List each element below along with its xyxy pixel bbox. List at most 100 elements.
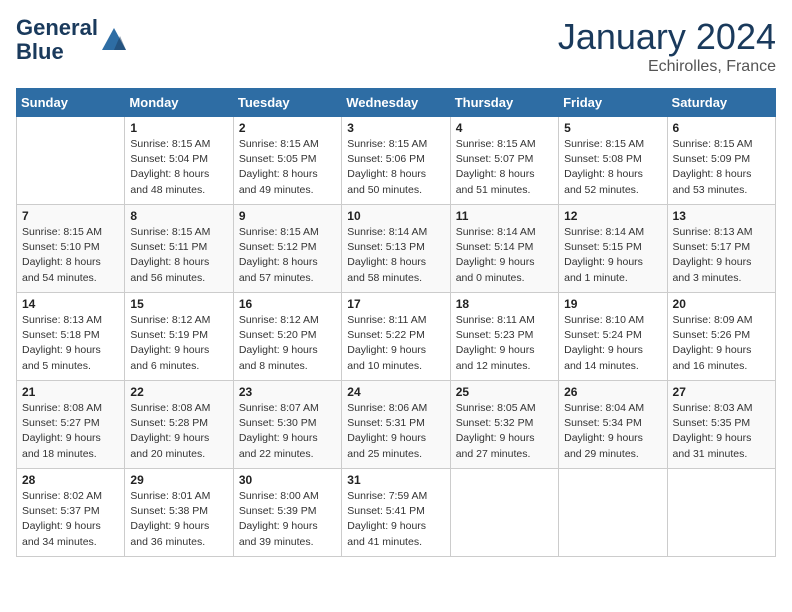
weekday-header: Thursday xyxy=(450,89,558,117)
day-number: 3 xyxy=(347,121,444,135)
day-info: Sunrise: 8:15 AMSunset: 5:11 PMDaylight:… xyxy=(130,225,227,286)
day-number: 26 xyxy=(564,385,661,399)
calendar-cell: 7Sunrise: 8:15 AMSunset: 5:10 PMDaylight… xyxy=(17,205,125,293)
day-info: Sunrise: 7:59 AMSunset: 5:41 PMDaylight:… xyxy=(347,489,444,550)
day-info: Sunrise: 8:05 AMSunset: 5:32 PMDaylight:… xyxy=(456,401,553,462)
day-info: Sunrise: 8:14 AMSunset: 5:15 PMDaylight:… xyxy=(564,225,661,286)
day-info: Sunrise: 8:15 AMSunset: 5:08 PMDaylight:… xyxy=(564,137,661,198)
calendar-cell: 31Sunrise: 7:59 AMSunset: 5:41 PMDayligh… xyxy=(342,469,450,557)
calendar-cell: 3 Sunrise: 8:15 AMSunset: 5:06 PMDaylight… xyxy=(342,117,450,205)
day-info: Sunrise: 8:10 AMSunset: 5:24 PMDaylight:… xyxy=(564,313,661,374)
weekday-header: Sunday xyxy=(17,89,125,117)
weekday-header: Monday xyxy=(125,89,233,117)
day-number: 2 xyxy=(239,121,336,135)
calendar-body: 1Sunrise: 8:15 AMSunset: 5:04 PMDaylight… xyxy=(17,117,776,557)
calendar-cell xyxy=(17,117,125,205)
calendar-cell: 12Sunrise: 8:14 AMSunset: 5:15 PMDayligh… xyxy=(559,205,667,293)
day-number: 29 xyxy=(130,473,227,487)
calendar-cell: 10Sunrise: 8:14 AMSunset: 5:13 PMDayligh… xyxy=(342,205,450,293)
day-info: Sunrise: 8:13 AMSunset: 5:17 PMDaylight:… xyxy=(673,225,770,286)
logo: GeneralBlue xyxy=(16,16,128,64)
calendar-cell: 25 Sunrise: 8:05 AMSunset: 5:32 PMDayligh… xyxy=(450,381,558,469)
day-info: Sunrise: 8:08 AMSunset: 5:27 PMDaylight:… xyxy=(22,401,119,462)
calendar-cell: 26 Sunrise: 8:04 AMSunset: 5:34 PMDayligh… xyxy=(559,381,667,469)
day-number: 22 xyxy=(130,385,227,399)
calendar-cell xyxy=(667,469,775,557)
page-header: GeneralBlue January 2024 Echirolles, Fra… xyxy=(16,16,776,76)
day-number: 15 xyxy=(130,297,227,311)
calendar-week-row: 1Sunrise: 8:15 AMSunset: 5:04 PMDaylight… xyxy=(17,117,776,205)
calendar-week-row: 21 Sunrise: 8:08 AMSunset: 5:27 PMDayligh… xyxy=(17,381,776,469)
day-number: 17 xyxy=(347,297,444,311)
logo-icon xyxy=(100,26,128,54)
day-number: 6 xyxy=(673,121,770,135)
calendar-cell: 20 Sunrise: 8:09 AMSunset: 5:26 PMDayligh… xyxy=(667,293,775,381)
calendar-cell: 28Sunrise: 8:02 AMSunset: 5:37 PMDayligh… xyxy=(17,469,125,557)
day-info: Sunrise: 8:04 AMSunset: 5:34 PMDaylight:… xyxy=(564,401,661,462)
day-number: 11 xyxy=(456,209,553,223)
day-info: Sunrise: 8:09 AMSunset: 5:26 PMDaylight:… xyxy=(673,313,770,374)
day-number: 27 xyxy=(673,385,770,399)
calendar-cell: 2 Sunrise: 8:15 AMSunset: 5:05 PMDaylight… xyxy=(233,117,341,205)
day-number: 5 xyxy=(564,121,661,135)
day-info: Sunrise: 8:03 AMSunset: 5:35 PMDaylight:… xyxy=(673,401,770,462)
location-title: Echirolles, France xyxy=(558,58,776,76)
calendar-cell: 17 Sunrise: 8:11 AMSunset: 5:22 PMDayligh… xyxy=(342,293,450,381)
calendar-cell xyxy=(450,469,558,557)
day-info: Sunrise: 8:15 AMSunset: 5:12 PMDaylight:… xyxy=(239,225,336,286)
day-info: Sunrise: 8:11 AMSunset: 5:22 PMDaylight:… xyxy=(347,313,444,374)
calendar-cell: 13 Sunrise: 8:13 AMSunset: 5:17 PMDayligh… xyxy=(667,205,775,293)
logo-text: GeneralBlue xyxy=(16,16,98,64)
day-number: 25 xyxy=(456,385,553,399)
day-number: 10 xyxy=(347,209,444,223)
day-number: 20 xyxy=(673,297,770,311)
day-info: Sunrise: 8:12 AMSunset: 5:20 PMDaylight:… xyxy=(239,313,336,374)
title-block: January 2024 Echirolles, France xyxy=(558,16,776,76)
calendar-cell: 1Sunrise: 8:15 AMSunset: 5:04 PMDaylight… xyxy=(125,117,233,205)
day-info: Sunrise: 8:01 AMSunset: 5:38 PMDaylight:… xyxy=(130,489,227,550)
day-number: 16 xyxy=(239,297,336,311)
calendar-cell: 29 Sunrise: 8:01 AMSunset: 5:38 PMDayligh… xyxy=(125,469,233,557)
day-number: 4 xyxy=(456,121,553,135)
day-info: Sunrise: 8:15 AMSunset: 5:09 PMDaylight:… xyxy=(673,137,770,198)
calendar-cell: 11 Sunrise: 8:14 AMSunset: 5:14 PMDayligh… xyxy=(450,205,558,293)
calendar-table: SundayMondayTuesdayWednesdayThursdayFrid… xyxy=(16,88,776,557)
calendar-cell: 19 Sunrise: 8:10 AMSunset: 5:24 PMDayligh… xyxy=(559,293,667,381)
day-info: Sunrise: 8:12 AMSunset: 5:19 PMDaylight:… xyxy=(130,313,227,374)
weekday-header: Saturday xyxy=(667,89,775,117)
day-number: 9 xyxy=(239,209,336,223)
day-number: 13 xyxy=(673,209,770,223)
calendar-cell: 21 Sunrise: 8:08 AMSunset: 5:27 PMDayligh… xyxy=(17,381,125,469)
day-info: Sunrise: 8:11 AMSunset: 5:23 PMDaylight:… xyxy=(456,313,553,374)
month-title: January 2024 xyxy=(558,16,776,58)
day-number: 28 xyxy=(22,473,119,487)
day-info: Sunrise: 8:14 AMSunset: 5:14 PMDaylight:… xyxy=(456,225,553,286)
calendar-cell: 4 Sunrise: 8:15 AMSunset: 5:07 PMDaylight… xyxy=(450,117,558,205)
day-info: Sunrise: 8:13 AMSunset: 5:18 PMDaylight:… xyxy=(22,313,119,374)
calendar-cell xyxy=(559,469,667,557)
calendar-cell: 22 Sunrise: 8:08 AMSunset: 5:28 PMDayligh… xyxy=(125,381,233,469)
day-number: 19 xyxy=(564,297,661,311)
calendar-cell: 23Sunrise: 8:07 AMSunset: 5:30 PMDayligh… xyxy=(233,381,341,469)
weekday-header: Friday xyxy=(559,89,667,117)
day-info: Sunrise: 8:15 AMSunset: 5:04 PMDaylight:… xyxy=(130,137,227,198)
day-info: Sunrise: 8:15 AMSunset: 5:06 PMDaylight:… xyxy=(347,137,444,198)
day-number: 21 xyxy=(22,385,119,399)
calendar-week-row: 7Sunrise: 8:15 AMSunset: 5:10 PMDaylight… xyxy=(17,205,776,293)
calendar-week-row: 28Sunrise: 8:02 AMSunset: 5:37 PMDayligh… xyxy=(17,469,776,557)
day-info: Sunrise: 8:08 AMSunset: 5:28 PMDaylight:… xyxy=(130,401,227,462)
weekday-header: Tuesday xyxy=(233,89,341,117)
calendar-cell: 30Sunrise: 8:00 AMSunset: 5:39 PMDayligh… xyxy=(233,469,341,557)
day-info: Sunrise: 8:15 AMSunset: 5:05 PMDaylight:… xyxy=(239,137,336,198)
calendar-header-row: SundayMondayTuesdayWednesdayThursdayFrid… xyxy=(17,89,776,117)
day-info: Sunrise: 8:15 AMSunset: 5:10 PMDaylight:… xyxy=(22,225,119,286)
day-info: Sunrise: 8:07 AMSunset: 5:30 PMDaylight:… xyxy=(239,401,336,462)
day-number: 8 xyxy=(130,209,227,223)
calendar-cell: 24Sunrise: 8:06 AMSunset: 5:31 PMDayligh… xyxy=(342,381,450,469)
day-number: 18 xyxy=(456,297,553,311)
calendar-cell: 5 Sunrise: 8:15 AMSunset: 5:08 PMDaylight… xyxy=(559,117,667,205)
day-info: Sunrise: 8:15 AMSunset: 5:07 PMDaylight:… xyxy=(456,137,553,198)
weekday-header: Wednesday xyxy=(342,89,450,117)
day-number: 30 xyxy=(239,473,336,487)
calendar-cell: 6 Sunrise: 8:15 AMSunset: 5:09 PMDaylight… xyxy=(667,117,775,205)
